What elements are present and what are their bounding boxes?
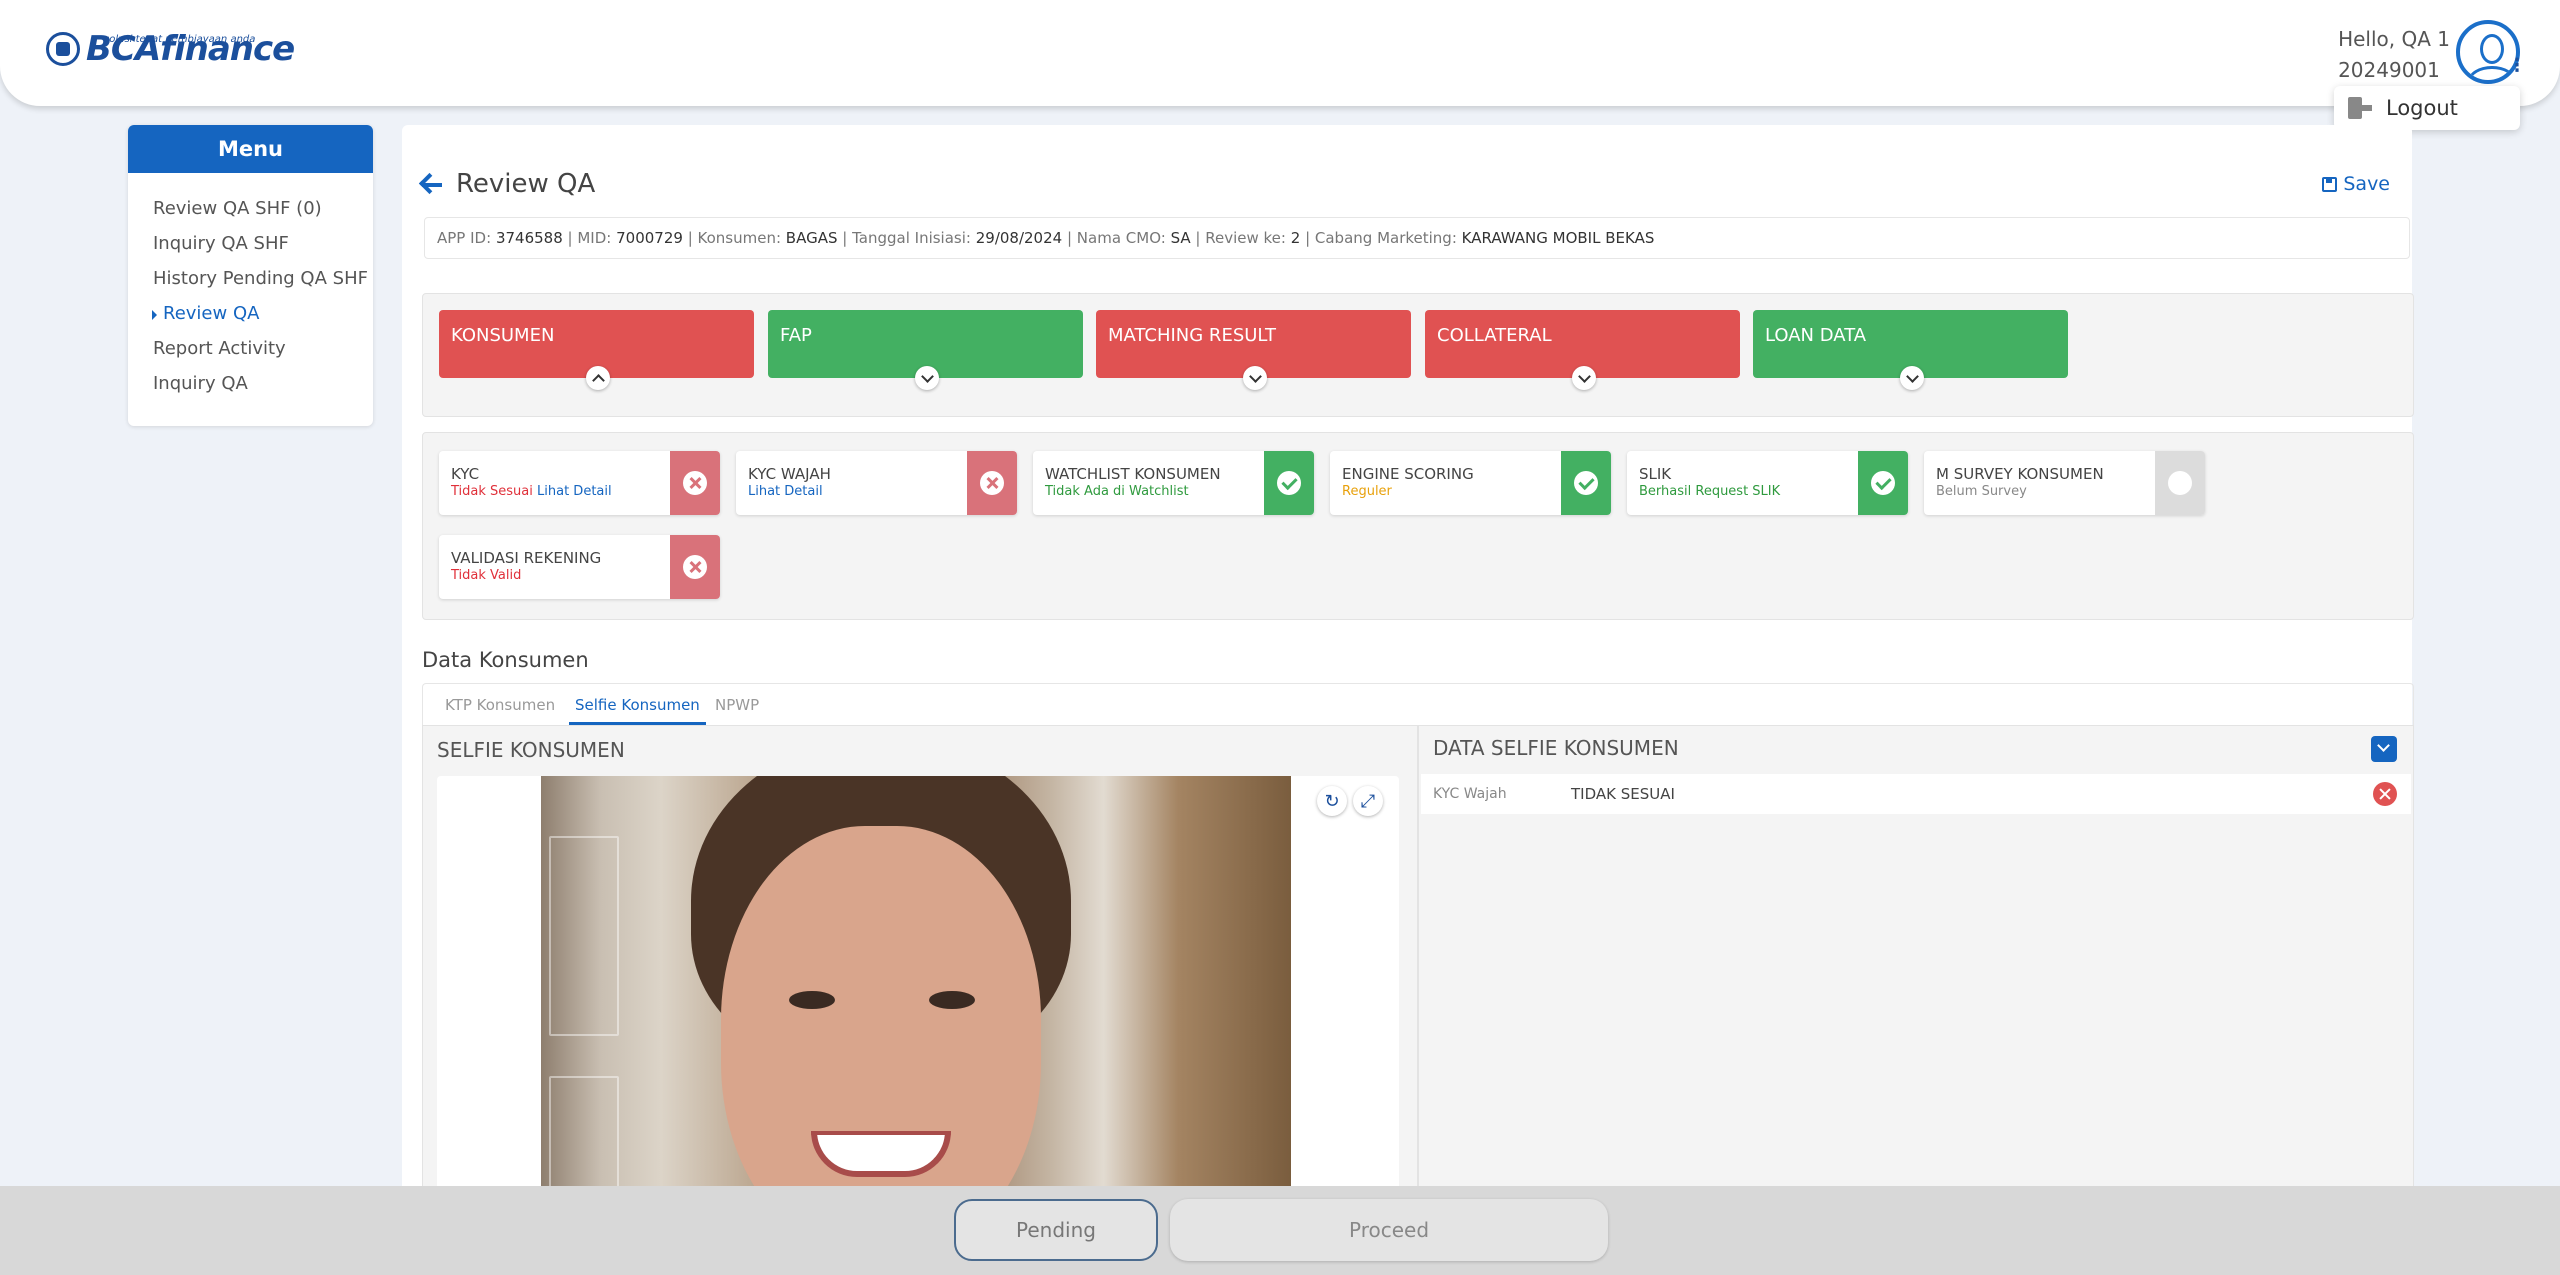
main-content: Review QA Save APP ID: 3746588 | MID: 70… [402,125,2414,1275]
lihat-detail-link[interactable]: Lihat Detail [748,484,823,499]
data-konsumen-title: Data Konsumen [422,648,589,672]
sidebar-item-review-qa[interactable]: Review QA [128,299,373,334]
app-header: BCAfinance solusi tepat pembiayaan anda … [0,0,2560,106]
check-watchlist: WATCHLIST KONSUMEN Tidak Ada di Watchlis… [1033,451,1314,515]
sidebar-item-inquiry-qa-shf[interactable]: Inquiry QA SHF [128,229,373,264]
selfie-panel-title: SELFIE KONSUMEN [437,738,625,762]
proceed-button[interactable]: Proceed [1170,1199,1608,1261]
sidebar-item-history-pending[interactable]: History Pending QA SHF [128,264,373,299]
pending-circle-icon [2155,451,2205,515]
app-id: 3746588 [495,229,563,247]
category-tiles: KONSUMEN FAP MATCHING RESULT COLLATERAL … [422,293,2414,417]
tile-loan-data[interactable]: LOAN DATA [1753,310,2068,390]
chevron-down-icon[interactable] [915,366,939,390]
check-icon [1858,451,1908,515]
fail-icon [670,451,720,515]
pending-button[interactable]: Pending [954,1199,1158,1261]
rotate-icon[interactable]: ↻ [1317,786,1347,816]
kyc-wajah-key: KYC Wajah [1433,786,1507,802]
user-info: Hello, QA 1 20249001 [2338,24,2450,86]
logout-label: Logout [2386,96,2458,120]
check-slik: SLIK Berhasil Request SLIK [1627,451,1908,515]
sidebar-item-inquiry-qa[interactable]: Inquiry QA [128,369,373,404]
check-status-panel: KYC Tidak Sesuai Lihat Detail KYC WAJAH … [422,432,2414,620]
lihat-detail-link[interactable]: Lihat Detail [537,484,612,499]
logout-icon [2348,97,2372,119]
check-engine-scoring: ENGINE SCORING Reguler [1330,451,1611,515]
sidebar-menu: Menu Review QA SHF (0) Inquiry QA SHF Hi… [128,125,373,426]
data-konsumen-tabs: KTP Konsumen Selfie Konsumen NPWP [422,683,2414,725]
sidebar-title: Menu [128,125,373,173]
application-info-bar: APP ID: 3746588 | MID: 7000729 | Konsume… [424,217,2410,259]
save-icon [2322,176,2338,192]
back-arrow-icon[interactable] [420,173,444,195]
check-kyc: KYC Tidak Sesuai Lihat Detail [439,451,720,515]
check-icon [1264,451,1314,515]
sidebar-item-review-qa-shf[interactable]: Review QA SHF (0) [128,194,373,229]
brand-seal-icon [46,32,80,66]
tab-selfie-konsumen[interactable]: Selfie Konsumen [575,696,700,714]
tab-ktp-konsumen[interactable]: KTP Konsumen [445,696,555,714]
collapse-chevron-icon[interactable] [2371,736,2397,762]
user-id: 20249001 [2338,58,2440,82]
tab-npwp[interactable]: NPWP [715,696,759,714]
konsumen-name: BAGAS [785,229,838,247]
chevron-down-icon[interactable] [1572,366,1596,390]
mid: 7000729 [616,229,683,247]
kyc-wajah-row: KYC Wajah TIDAK SESUAI [1421,774,2411,814]
cabang-marketing: KARAWANG MOBIL BEKAS [1461,229,1655,247]
chevron-down-icon[interactable] [1900,366,1924,390]
selfie-data-title: DATA SELFIE KONSUMEN [1433,736,1679,760]
tile-matching-result[interactable]: MATCHING RESULT [1096,310,1411,390]
fail-icon [670,535,720,599]
chevron-up-icon[interactable] [586,366,610,390]
sidebar-item-report-activity[interactable]: Report Activity [128,334,373,369]
check-kyc-wajah: KYC WAJAH Lihat Detail [736,451,1017,515]
close-circle-icon[interactable] [2373,782,2397,806]
fullscreen-icon[interactable]: ⤢ [1353,786,1383,816]
logout-menu-item[interactable]: Logout [2334,86,2520,130]
save-button[interactable]: Save [2322,173,2390,195]
chevron-down-icon[interactable] [1243,366,1267,390]
action-footer: Pending Proceed [0,1186,2560,1275]
tile-konsumen[interactable]: KONSUMEN [439,310,754,390]
check-icon [1561,451,1611,515]
tanggal-inisiasi: 29/08/2024 [975,229,1063,247]
nama-cmo: SA [1170,229,1191,247]
kyc-wajah-value: TIDAK SESUAI [1571,785,1675,803]
page-header: Review QA [420,169,595,199]
page-title: Review QA [456,169,596,199]
check-m-survey: M SURVEY KONSUMEN Belum Survey [1924,451,2205,515]
review-ke: 2 [1290,229,1301,247]
tile-collateral[interactable]: COLLATERAL [1425,310,1740,390]
more-options-icon[interactable]: ⋮ [2508,57,2526,82]
fail-icon [967,451,1017,515]
check-validasi-rekening: VALIDASI REKENING Tidak Valid [439,535,720,599]
brand-tagline: solusi tepat pembiayaan anda [104,34,256,45]
user-greeting: Hello, QA 1 [2338,27,2450,51]
tile-fap[interactable]: FAP [768,310,1083,390]
avatar-head-shape [2480,34,2504,64]
